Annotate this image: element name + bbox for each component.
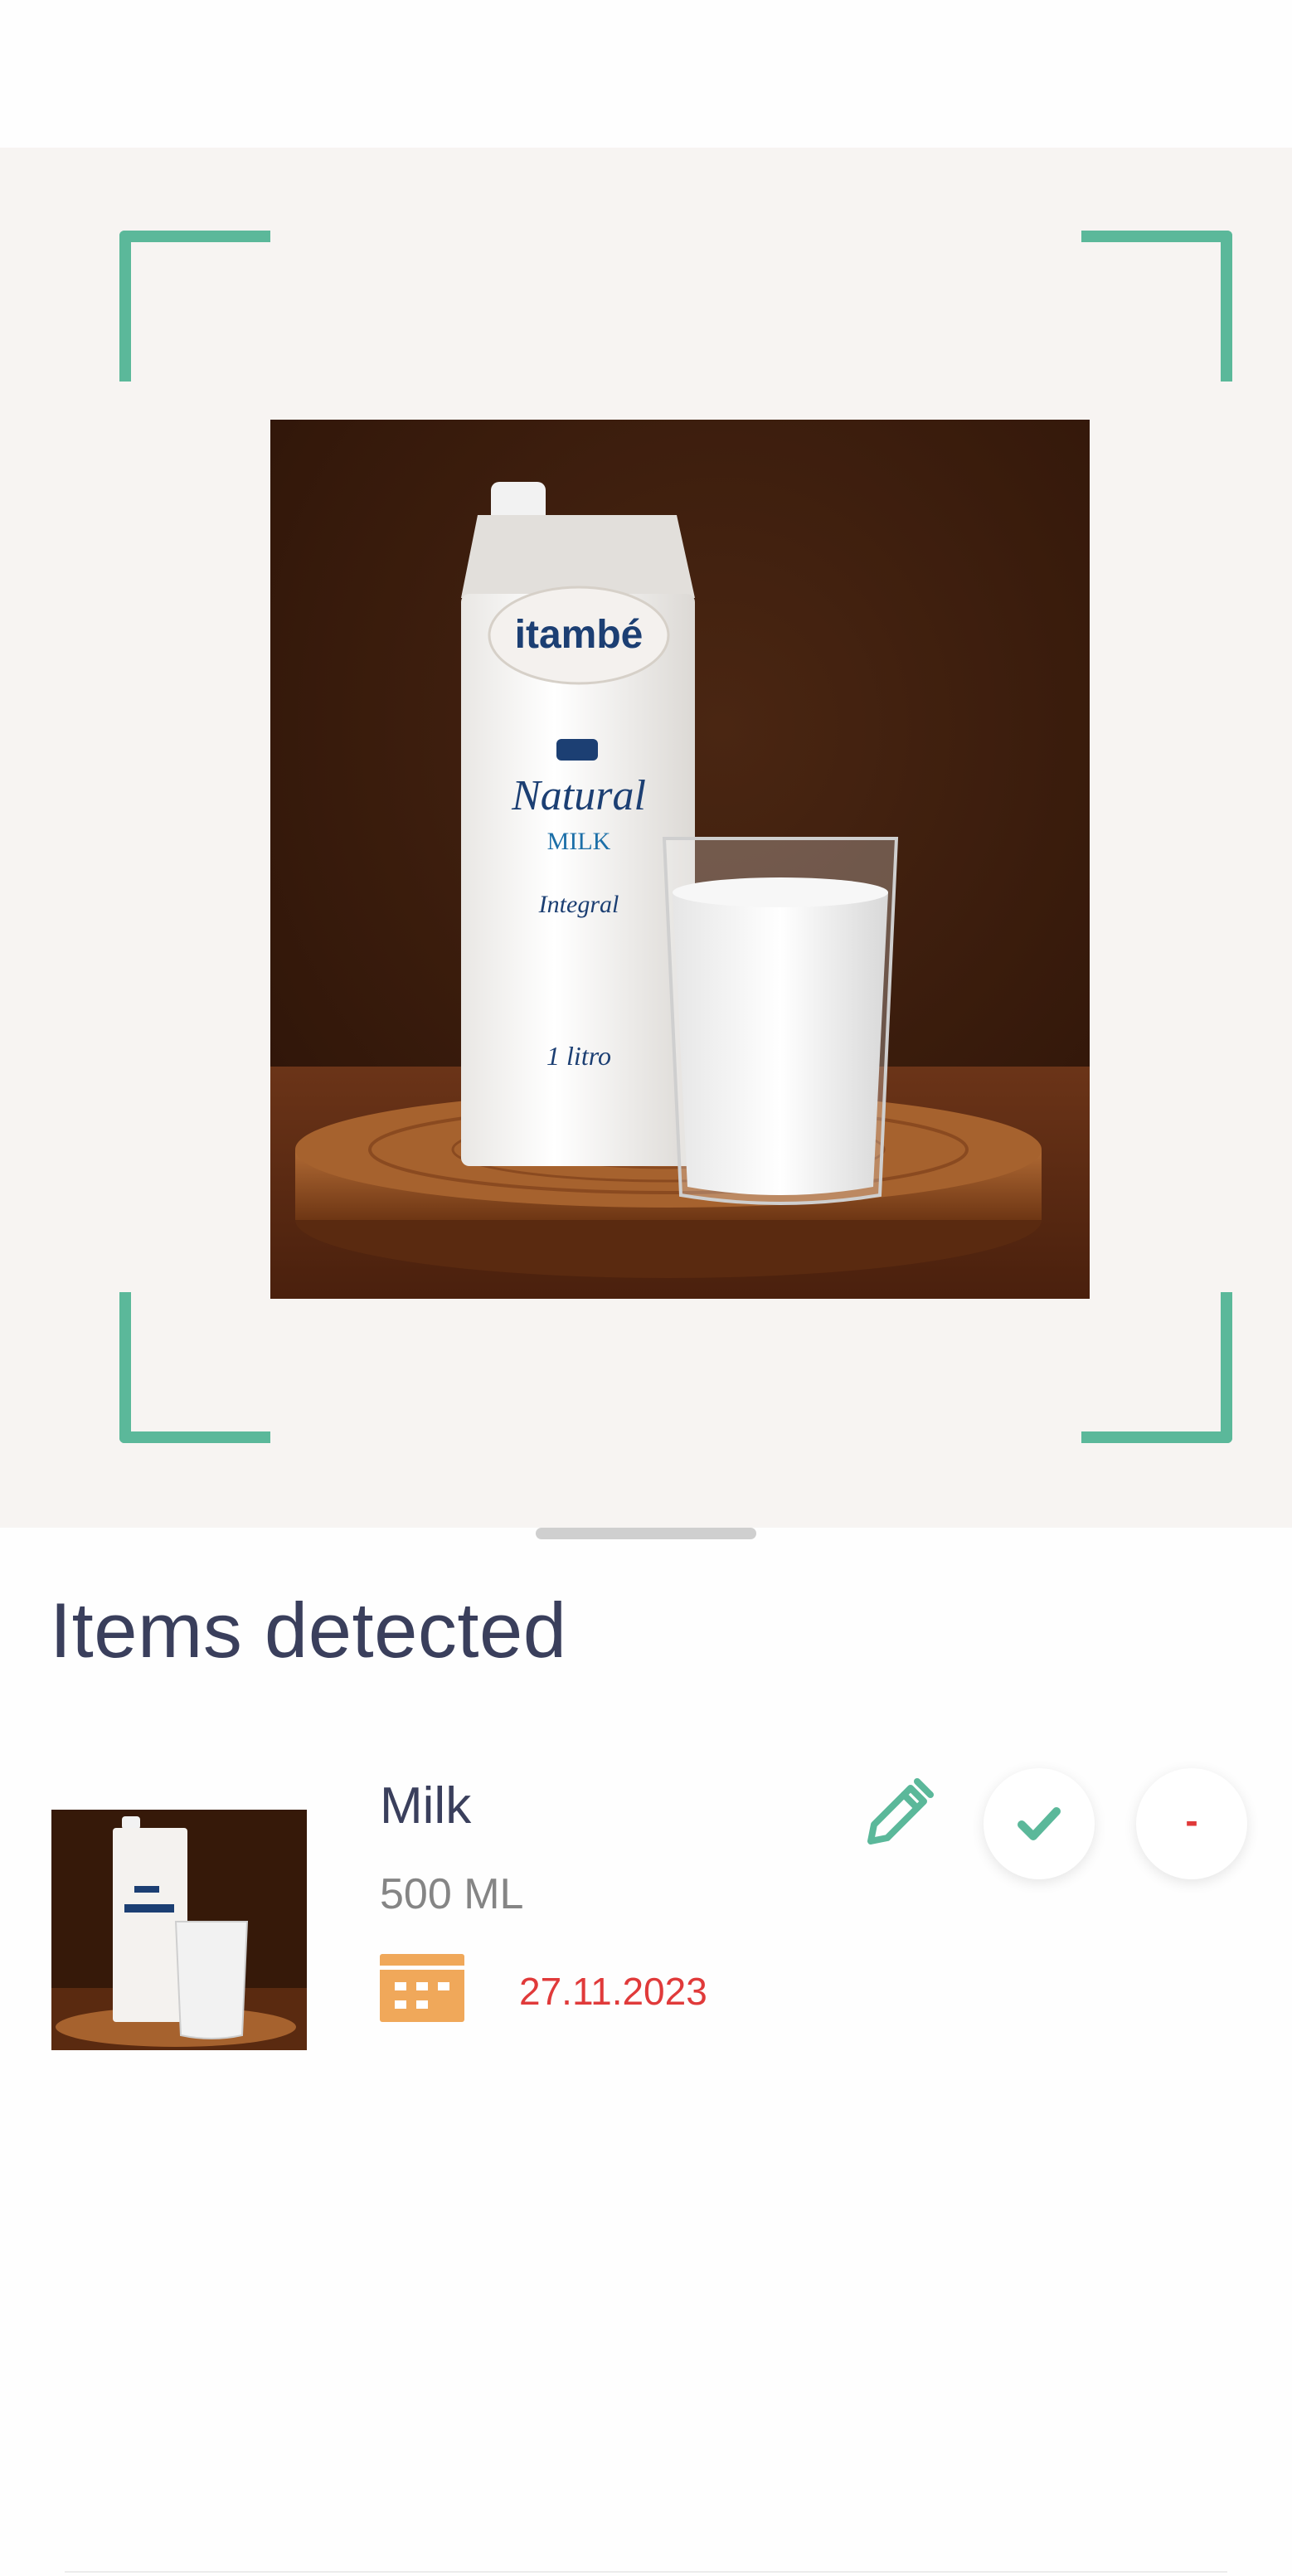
drag-handle[interactable] [536, 1528, 756, 1539]
scan-frame-corner-top-right [1081, 231, 1232, 382]
product-photo: itambé Natural MILK Integral 1 litro [270, 420, 1090, 1299]
bottom-divider [65, 2571, 1227, 2573]
edit-item-button[interactable] [859, 1773, 939, 1853]
calendar-icon [380, 1954, 464, 2022]
scan-frame-corner-bottom-right [1081, 1292, 1232, 1443]
item-expiry-date: 27.11.2023 [519, 1970, 707, 2013]
pencil-icon [867, 1778, 934, 1845]
scan-area: itambé Natural MILK Integral 1 litro [0, 148, 1292, 1528]
item-quantity: 500 ML [380, 1870, 524, 1918]
svg-text:itambé: itambé [515, 613, 644, 657]
scan-frame-corner-bottom-left [119, 1292, 270, 1443]
svg-text:Natural: Natural [511, 772, 646, 819]
minus-icon: - [1185, 1799, 1198, 1842]
svg-text:Integral: Integral [538, 891, 619, 918]
check-icon [1018, 1807, 1061, 1840]
confirm-item-button[interactable] [984, 1768, 1095, 1879]
status-bar [0, 0, 1292, 148]
remove-item-button[interactable]: - [1136, 1768, 1247, 1879]
item-name: Milk [380, 1777, 472, 1835]
list-item: Milk 500 ML 27.11.2023 - [0, 1758, 1292, 2057]
svg-text:1 litro: 1 litro [546, 1041, 611, 1071]
scan-frame-corner-top-left [119, 231, 270, 382]
items-detected-title: Items detected [50, 1587, 567, 1674]
item-thumbnail [51, 1810, 307, 2050]
svg-text:MILK: MILK [547, 828, 611, 855]
